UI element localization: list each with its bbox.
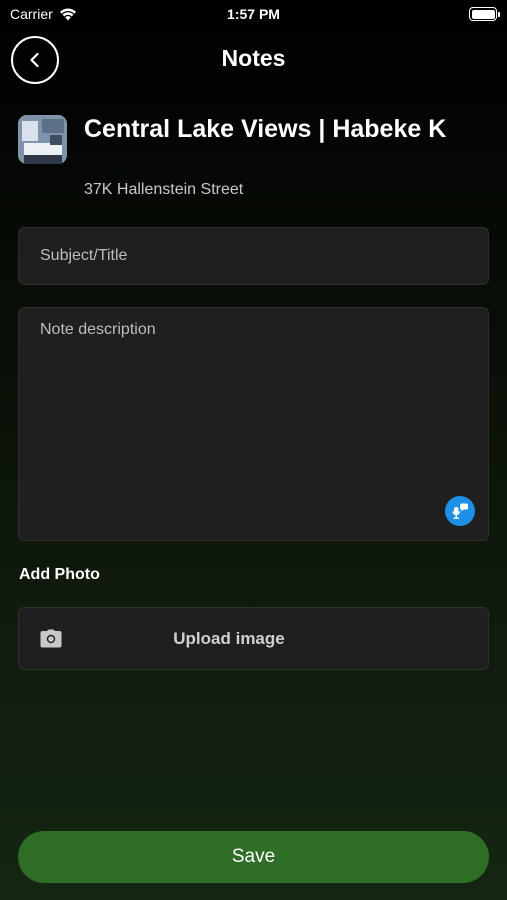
upload-image-label: Upload image: [173, 629, 285, 648]
subject-title-input[interactable]: Subject/Title: [18, 227, 489, 285]
battery-icon: [469, 7, 500, 21]
add-photo-label: Add Photo: [19, 566, 100, 583]
note-description-input[interactable]: Note description: [18, 307, 489, 541]
room-photo: [18, 115, 67, 164]
status-bar: Carrier 1:57 PM: [0, 0, 507, 28]
upload-image-button[interactable]: Upload image: [18, 607, 489, 670]
voice-input-button[interactable]: [445, 496, 475, 526]
description-placeholder: Note description: [40, 321, 156, 338]
property-name: Central Lake Views | Habeke K: [84, 115, 447, 143]
microphone-icon: [452, 503, 468, 519]
subject-placeholder: Subject/Title: [40, 247, 128, 264]
save-button[interactable]: Save: [18, 831, 489, 883]
property-thumbnail: [18, 115, 67, 164]
property-address: 37K Hallenstein Street: [84, 181, 244, 198]
status-time: 1:57 PM: [227, 6, 280, 22]
page-title: Notes: [221, 45, 286, 71]
